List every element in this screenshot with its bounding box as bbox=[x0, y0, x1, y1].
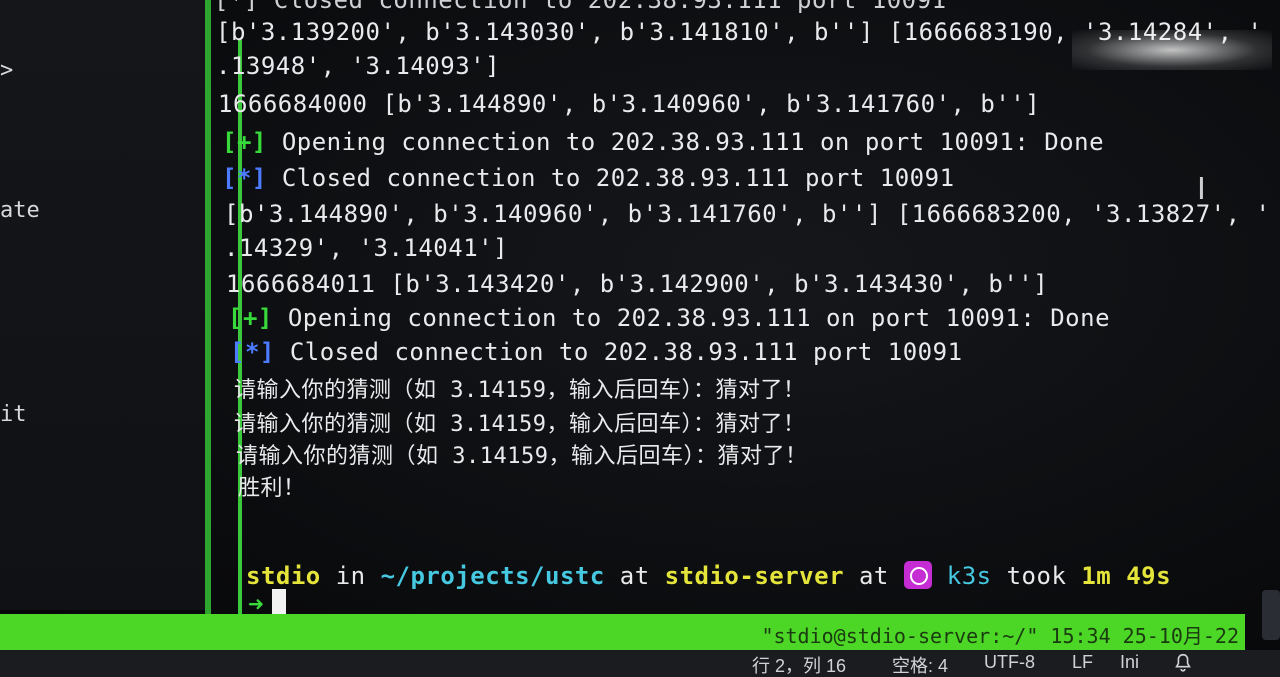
terminal-line: [*] Closed connection to 202.38.93.111 p… bbox=[230, 338, 963, 366]
encoding-setting[interactable]: UTF-8 bbox=[984, 652, 1035, 673]
plus-tag: [+] bbox=[222, 128, 267, 156]
prompt-host: stdio-server bbox=[664, 562, 845, 590]
editor-status-bar: 行 2，列 16 空格: 4 UTF-8 LF Ini bbox=[0, 650, 1280, 677]
prompt-in: in bbox=[335, 562, 366, 590]
star-tag: [*] bbox=[230, 338, 275, 366]
pane-divider[interactable] bbox=[205, 0, 211, 618]
prompt-duration: 1m 49s bbox=[1081, 562, 1172, 590]
tmux-status-text: "stdio@stdio-server:~/" 15:34 25-10月-22 bbox=[761, 624, 1239, 648]
terminal-line: 请输入你的猜测（如 3.14159，输入后回车）：猜对了！ bbox=[236, 444, 808, 469]
terminal-line: 1666684011 [b'3.143420', b'3.142900', b'… bbox=[226, 270, 1049, 298]
terminal-line: 1666684000 [b'3.144890', b'3.140960', b'… bbox=[218, 90, 1041, 118]
terminal-line-text: Closed connection to 202.38.93.111 port … bbox=[289, 338, 963, 366]
line-ending-setting[interactable]: LF bbox=[1072, 652, 1093, 673]
terminal-line-text: Opening connection to 202.38.93.111 on p… bbox=[281, 128, 1105, 156]
terminal-line-text: Opening connection to 202.38.93.111 on p… bbox=[287, 304, 1111, 332]
terminal-line: [+] Opening connection to 202.38.93.111 … bbox=[222, 128, 1104, 156]
terminal-line: 请输入你的猜测（如 3.14159，输入后回车）：猜对了！ bbox=[234, 378, 806, 403]
sidebar-item-ate[interactable]: ate bbox=[0, 198, 40, 223]
prompt-at: at bbox=[858, 562, 889, 590]
terminal-line: 请输入你的猜测（如 3.14159，输入后回车）：猜对了！ bbox=[234, 412, 806, 437]
screen-glare bbox=[1072, 30, 1272, 70]
terminal-line: .14329', '3.14041'] bbox=[224, 234, 509, 262]
notification-bell-icon[interactable] bbox=[1172, 652, 1194, 674]
star-tag: [*] bbox=[222, 164, 267, 192]
indentation-setting[interactable]: 空格: 4 bbox=[892, 652, 948, 677]
terminal-line: [+] Opening connection to 202.38.93.111 … bbox=[228, 304, 1110, 332]
terminal-line: 胜利！ bbox=[238, 476, 306, 501]
cursor-position[interactable]: 行 2，列 16 bbox=[752, 652, 846, 677]
prompt-path: ~/projects/ustc bbox=[380, 562, 605, 590]
kubernetes-icon bbox=[903, 561, 932, 589]
prompt-took: took bbox=[1006, 562, 1067, 590]
editor-sidebar: > ate it bbox=[0, 0, 206, 610]
plus-tag: [+] bbox=[228, 304, 273, 332]
shell-prompt: stdio in ~/projects/ustc at stdio-server… bbox=[246, 561, 1172, 591]
terminal-line: .13948', '3.14093'] bbox=[216, 52, 501, 80]
screen: > ate it [*] Closed connection to 202.38… bbox=[0, 0, 1280, 677]
terminal-line-text: Closed connection to 202.38.93.111 port … bbox=[281, 164, 955, 192]
prompt-user: stdio bbox=[246, 562, 321, 590]
sidebar-item-chevron[interactable]: > bbox=[0, 58, 13, 83]
terminal-line: [b'3.144890', b'3.140960', b'3.141760', … bbox=[224, 200, 1271, 228]
prompt-k8s-context: k3s bbox=[946, 562, 992, 590]
mouse-ibeam-icon: Ⅰ bbox=[1197, 172, 1206, 207]
terminal-line: [*] Closed connection to 202.38.93.111 p… bbox=[214, 0, 947, 14]
language-mode[interactable]: Ini bbox=[1120, 652, 1139, 673]
tmux-status-bar: "stdio@stdio-server:~/" 15:34 25-10月-22 bbox=[0, 614, 1245, 650]
terminal-pane[interactable]: [*] Closed connection to 202.38.93.111 p… bbox=[212, 0, 1280, 620]
terminal-line: [*] Closed connection to 202.38.93.111 p… bbox=[222, 164, 955, 192]
prompt-at: at bbox=[619, 562, 650, 590]
sidebar-item-it[interactable]: it bbox=[0, 402, 27, 427]
scrollbar[interactable] bbox=[1262, 590, 1280, 640]
